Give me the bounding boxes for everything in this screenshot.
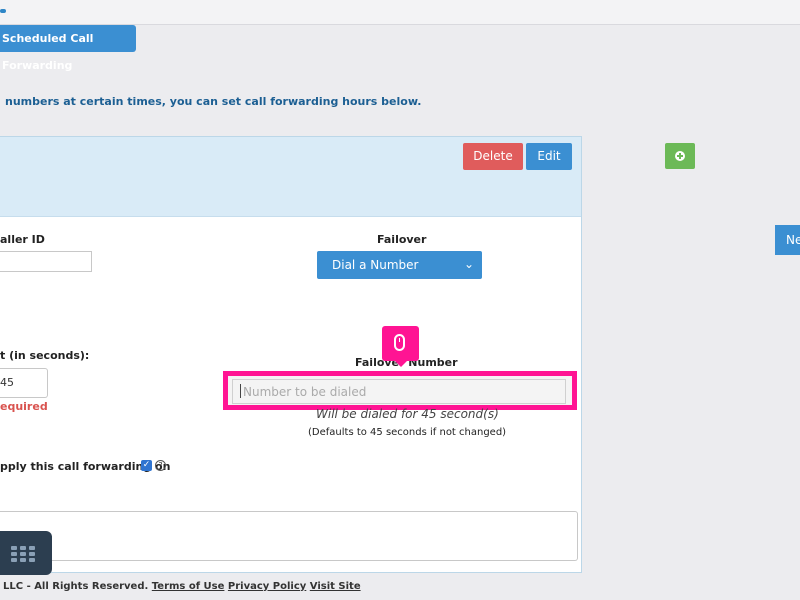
caller-id-input[interactable] bbox=[0, 251, 92, 272]
chevron-down-icon: ⌄ bbox=[463, 257, 474, 271]
visit-site-link[interactable]: Visit Site bbox=[310, 581, 361, 592]
dialed-note: Will be dialed for 45 second(s) bbox=[316, 407, 499, 421]
add-button[interactable] bbox=[665, 143, 695, 169]
keypad-button[interactable] bbox=[0, 531, 52, 575]
terms-link[interactable]: Terms of Use bbox=[152, 581, 225, 592]
failover-number-input[interactable]: Number to be dialed bbox=[232, 379, 566, 404]
intro-text: numbers at certain times, you can set ca… bbox=[5, 95, 422, 108]
apply-checkbox[interactable]: ✓ bbox=[141, 460, 152, 471]
failover-select[interactable]: Dial a Number ⌄ bbox=[317, 251, 482, 279]
privacy-link[interactable]: Privacy Policy bbox=[228, 581, 306, 592]
top-bar-indicator bbox=[0, 9, 6, 13]
edit-button[interactable]: Edit bbox=[526, 143, 572, 170]
failover-selected-value: Dial a Number bbox=[332, 258, 419, 272]
caller-id-label: aller ID bbox=[0, 233, 45, 246]
footer: LLC - All Rights Reserved. Terms of Use … bbox=[3, 581, 361, 592]
failover-label: Failover bbox=[377, 233, 427, 246]
plus-circle-icon bbox=[675, 151, 685, 161]
text-caret bbox=[240, 384, 241, 398]
timeout-label: t (in seconds): bbox=[0, 349, 90, 362]
failover-number-input-highlight: Number to be dialed bbox=[223, 371, 577, 410]
help-icon[interactable]: ? bbox=[155, 460, 166, 471]
footer-copyright: LLC - All Rights Reserved. bbox=[3, 581, 149, 592]
notes-textarea[interactable] bbox=[0, 511, 578, 561]
scheduled-call-forwarding-button[interactable]: Scheduled Call Forwarding bbox=[0, 25, 136, 72]
keypad-icon bbox=[11, 546, 35, 562]
mouse-icon bbox=[394, 334, 405, 351]
required-text: equired bbox=[0, 400, 48, 413]
delete-button[interactable]: Delete bbox=[463, 143, 523, 170]
timeout-input[interactable]: 45 bbox=[0, 368, 48, 398]
top-bar bbox=[0, 0, 800, 25]
click-indicator bbox=[382, 326, 419, 367]
defaults-note: (Defaults to 45 seconds if not changed) bbox=[308, 427, 507, 438]
next-button[interactable]: Ne bbox=[775, 225, 800, 255]
